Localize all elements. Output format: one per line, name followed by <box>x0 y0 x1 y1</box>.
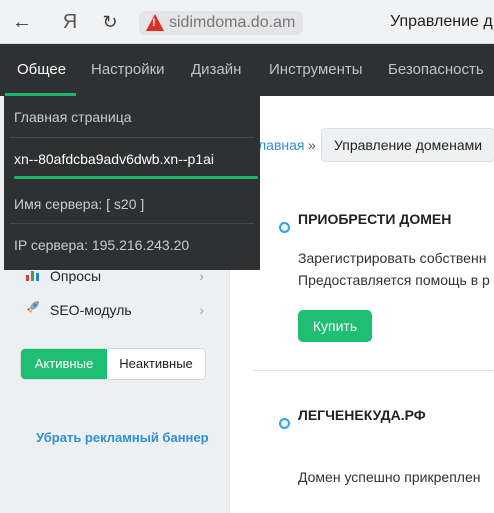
inactive-toggle-button[interactable]: Неактивные <box>107 349 205 379</box>
buy-domain-text-line1: Зарегистрировать собственн <box>298 250 487 266</box>
address-bar-url: sidimdoma.do.am <box>169 14 296 31</box>
tab-settings[interactable]: Настройки <box>91 44 165 96</box>
domain-rf-title: ЛЕГЧЕНЕКУДА.РФ <box>298 407 426 423</box>
browser-page-title: Управление д <box>390 13 493 30</box>
sidebar-item-label: SEO-модуль <box>50 302 132 318</box>
breadcrumb-current: Управление доменами <box>321 128 494 162</box>
chevron-right-icon: › <box>199 302 204 318</box>
buy-domain-title: ПРИОБРЕСТИ ДОМЕН <box>298 211 452 227</box>
tab-design[interactable]: Дизайн <box>191 44 241 96</box>
general-dropdown-menu: Главная страница xn--80afdcba9adv6dwb.xn… <box>4 96 260 270</box>
reload-icon[interactable]: ↻ <box>98 10 122 34</box>
top-navigation: Общее Настройки Дизайн Инструменты Безоп… <box>0 44 494 96</box>
sidebar-item-label: Опросы <box>50 268 102 284</box>
security-warning-icon[interactable] <box>146 14 164 31</box>
breadcrumb-separator: » <box>308 137 316 153</box>
section-marker-icon <box>279 418 290 429</box>
buy-button[interactable]: Купить <box>298 310 372 342</box>
browser-toolbar: ← Я ↻ sidimdoma.do.am Управление д <box>0 0 494 44</box>
menu-item-domain[interactable]: xn--80afdcba9adv6dwb.xn--p1ai <box>4 138 260 180</box>
address-bar[interactable]: sidimdoma.do.am <box>139 11 304 35</box>
remove-banner-link[interactable]: Убрать рекламный баннер <box>36 430 209 445</box>
sidebar-item-seo[interactable]: SEO-модуль › <box>24 298 220 322</box>
menu-item-server-name: Имя сервера: [ s20 ] <box>14 196 145 212</box>
tab-tools[interactable]: Инструменты <box>269 44 363 96</box>
active-toggle-button[interactable]: Активные <box>21 349 107 379</box>
section-divider <box>253 370 494 371</box>
menu-item-home-page[interactable]: Главная страница <box>4 96 260 138</box>
section-marker-icon <box>279 222 290 233</box>
yandex-logo-icon[interactable]: Я <box>58 10 82 34</box>
menu-item-server-ip: IP сервера: 195.216.243.20 <box>14 237 190 253</box>
active-inactive-toggle: Активные Неактивные <box>20 348 206 380</box>
back-arrow-icon[interactable]: ← <box>10 10 34 34</box>
tab-general[interactable]: Общее <box>17 44 66 96</box>
rocket-icon <box>24 298 42 322</box>
selected-item-indicator <box>14 176 258 179</box>
breadcrumb-home-link[interactable]: лавная <box>258 137 305 153</box>
domain-attached-text: Домен успешно прикреплен <box>298 469 481 485</box>
tab-security[interactable]: Безопасность <box>388 44 484 96</box>
buy-domain-text-line2: Предоставляется помощь в р <box>298 272 490 288</box>
